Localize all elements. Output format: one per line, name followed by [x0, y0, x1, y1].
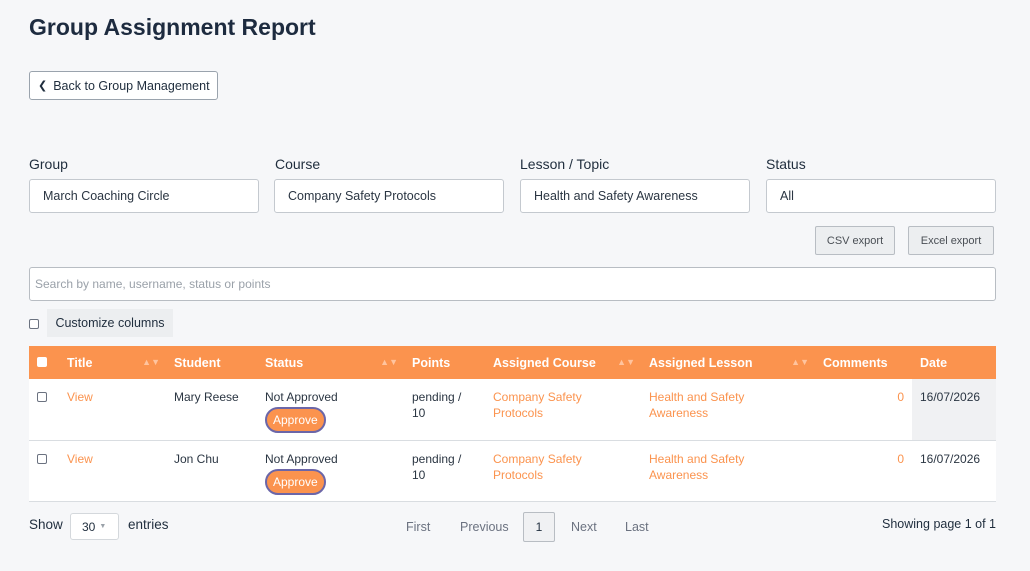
sort-icon: ▲▼ [142, 357, 160, 367]
show-label: Show [29, 517, 63, 532]
col-status[interactable]: Status ▲▼ [257, 346, 404, 379]
status-select[interactable]: All [766, 179, 996, 213]
student-cell: Jon Chu [174, 451, 219, 466]
select-all-checkbox[interactable] [37, 356, 47, 367]
table-row: View Jon Chu Not Approved Approve pendin… [29, 440, 996, 501]
course-cell: Company Safety Protocols [485, 440, 641, 501]
search-input[interactable] [29, 267, 996, 301]
table-header-row: Title ▲▼ Student Status ▲▼ Points Assign… [29, 346, 996, 379]
col-assigned-lesson[interactable]: Assigned Lesson ▲▼ [641, 346, 815, 379]
points-cell: pending / 10 [412, 451, 462, 482]
lesson-link[interactable]: Health and Safety Awareness [649, 452, 744, 482]
course-link[interactable]: Company Safety Protocols [493, 390, 582, 420]
sort-icon: ▲▼ [617, 357, 635, 367]
course-select[interactable]: Company Safety Protocols [274, 179, 504, 213]
col-title-label: Title [67, 355, 93, 370]
current-page-button[interactable]: 1 [523, 512, 555, 542]
col-student-label: Student [174, 355, 221, 370]
status-filter-label: Status [766, 156, 806, 172]
group-select[interactable]: March Coaching Circle [29, 179, 259, 213]
sort-icon: ▲▼ [791, 357, 809, 367]
col-assigned-course[interactable]: Assigned Course ▲▼ [485, 346, 641, 379]
row-checkbox[interactable] [37, 453, 47, 464]
lesson-select[interactable]: Health and Safety Awareness [520, 179, 750, 213]
col-points-label: Points [412, 355, 451, 370]
title-cell: View [59, 440, 166, 501]
col-status-label: Status [265, 355, 304, 370]
date-cell: 16/07/2026 [912, 379, 996, 440]
approve-button[interactable]: Approve [265, 468, 326, 495]
chevron-left-icon: ❮ [38, 80, 48, 92]
customize-columns-checkbox[interactable] [29, 319, 39, 329]
first-page-link[interactable]: First [406, 520, 430, 534]
course-cell: Company Safety Protocols [485, 379, 641, 440]
date-cell: 16/07/2026 [912, 440, 996, 501]
csv-export-button[interactable]: CSV export [815, 226, 895, 255]
previous-page-link[interactable]: Previous [460, 520, 509, 534]
lesson-link[interactable]: Health and Safety Awareness [649, 390, 744, 420]
back-to-group-management-button[interactable]: ❮ Back to Group Management [29, 71, 218, 100]
assignment-table: Title ▲▼ Student Status ▲▼ Points Assign… [29, 346, 996, 502]
approve-button[interactable]: Approve [265, 407, 326, 433]
row-checkbox[interactable] [37, 392, 47, 402]
chevron-down-icon: ▼ [99, 523, 107, 530]
status-cell: Not Approved Approve [257, 440, 404, 501]
comments-link[interactable]: 0 [897, 452, 904, 466]
lesson-filter-label: Lesson / Topic [520, 156, 610, 172]
lesson-cell: Health and Safety Awareness [641, 379, 815, 440]
excel-export-button[interactable]: Excel export [908, 226, 994, 255]
customize-columns-label[interactable]: Customize columns [47, 309, 173, 337]
col-date-label: Date [920, 355, 948, 370]
status-text: Not Approved [265, 390, 338, 404]
col-comments-label: Comments [823, 355, 888, 370]
status-cell: Not Approved Approve [257, 379, 404, 440]
row-select-cell [29, 440, 59, 501]
title-cell: View [59, 379, 166, 440]
course-link[interactable]: Company Safety Protocols [493, 452, 582, 482]
last-page-link[interactable]: Last [625, 520, 649, 534]
student-cell: Mary Reese [174, 390, 239, 404]
entries-label: entries [128, 517, 169, 532]
group-filter-label: Group [29, 156, 68, 172]
page-title: Group Assignment Report [29, 14, 316, 40]
entries-per-page-select[interactable]: 30 ▼ [70, 513, 119, 540]
select-all-cell [29, 346, 59, 379]
sort-icon: ▲▼ [380, 357, 398, 367]
comments-cell: 0 [815, 379, 912, 440]
comments-cell: 0 [815, 440, 912, 501]
course-filter-label: Course [275, 156, 321, 172]
page-info: Showing page 1 of 1 [882, 517, 996, 531]
col-comments[interactable]: Comments [815, 346, 912, 379]
col-points[interactable]: Points [404, 346, 485, 379]
entries-value: 30 [82, 519, 96, 534]
back-button-label: Back to Group Management [53, 78, 210, 93]
lesson-cell: Health and Safety Awareness [641, 440, 815, 501]
points-cell: pending / 10 [412, 390, 462, 420]
col-title[interactable]: Title ▲▼ [59, 346, 166, 379]
comments-link[interactable]: 0 [897, 390, 904, 404]
next-page-link[interactable]: Next [571, 520, 597, 534]
table-row: View Mary Reese Not Approved Approve pen… [29, 379, 996, 440]
col-assigned-lesson-label: Assigned Lesson [649, 355, 753, 370]
row-select-cell [29, 379, 59, 440]
view-link[interactable]: View [67, 390, 93, 404]
col-assigned-course-label: Assigned Course [493, 355, 596, 370]
status-text: Not Approved [265, 451, 338, 466]
col-date[interactable]: Date [912, 346, 996, 379]
view-link[interactable]: View [67, 452, 93, 466]
col-student[interactable]: Student [166, 346, 257, 379]
